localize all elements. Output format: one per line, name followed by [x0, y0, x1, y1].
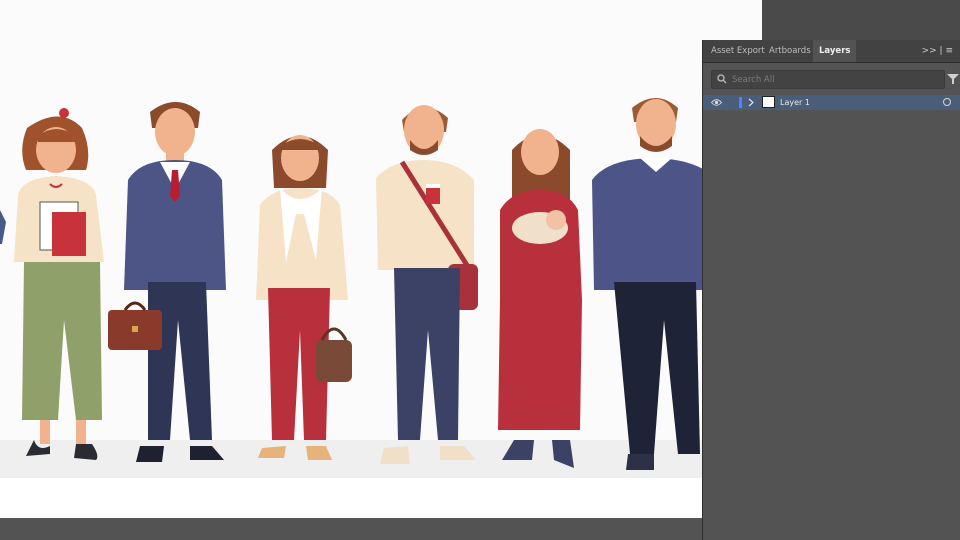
artboard-bottom-margin — [0, 478, 702, 518]
partial-person-arm — [0, 210, 6, 244]
search-icon — [717, 74, 727, 84]
search-input[interactable] — [732, 71, 932, 88]
layer-search-box[interactable] — [711, 70, 945, 89]
target-icon[interactable] — [943, 98, 951, 106]
panel-menu-icon[interactable]: >> | ≡ — [922, 40, 953, 62]
person-woman-books — [14, 108, 104, 460]
tab-artboards[interactable]: Artboards — [763, 40, 817, 62]
eye-icon[interactable] — [711, 98, 722, 107]
tab-layers[interactable]: Layers — [813, 40, 857, 62]
tab-asset-export[interactable]: Asset Export — [705, 40, 771, 62]
person-man-suit — [108, 102, 226, 462]
person-man-coffee — [376, 105, 478, 464]
layer-thumbnail — [762, 96, 775, 108]
layer-color-swatch — [739, 97, 742, 108]
panel-tab-bar: Asset Export Artboards Layers >> | ≡ — [703, 40, 960, 63]
layers-panel: Asset Export Artboards Layers >> | ≡ Lay… — [702, 40, 960, 540]
person-woman-baby — [498, 129, 582, 468]
workspace-top-strip — [762, 0, 960, 40]
person-man-sweater — [592, 98, 702, 470]
person-woman-scarf — [256, 135, 352, 460]
chevron-right-icon[interactable] — [747, 98, 755, 107]
layer-name[interactable]: Layer 1 — [780, 95, 810, 110]
artboard[interactable] — [0, 0, 762, 518]
pasteboard — [0, 518, 702, 540]
filter-icon[interactable] — [947, 73, 959, 85]
layer-row[interactable]: Layer 1 — [703, 95, 960, 110]
people-illustration[interactable] — [0, 80, 702, 480]
